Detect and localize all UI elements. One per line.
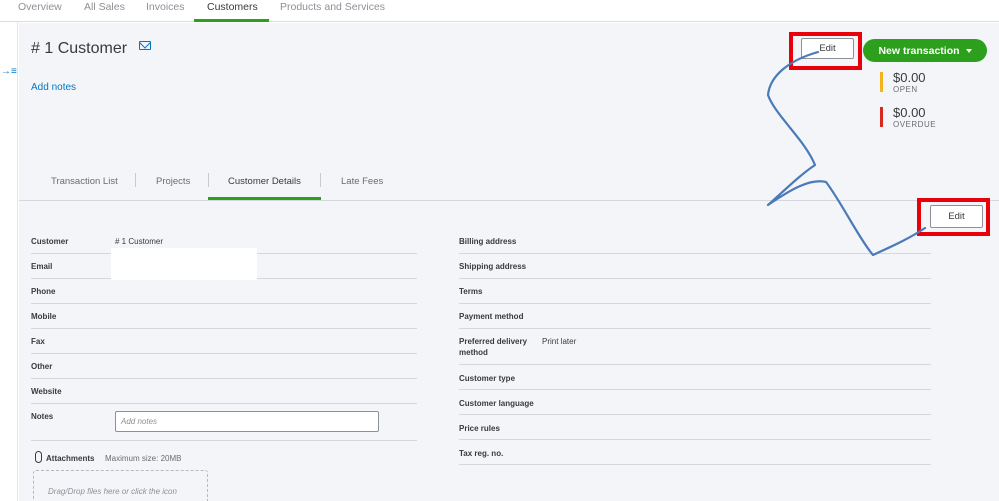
dropzone-text: Drag/Drop files here or click the icon bbox=[48, 487, 177, 496]
tab-projects[interactable]: Projects bbox=[156, 176, 190, 187]
detail-label: Website bbox=[31, 387, 62, 396]
open-color-bar bbox=[880, 72, 883, 92]
tab-customers[interactable]: Customers bbox=[207, 1, 258, 13]
detail-label: Customer language bbox=[459, 399, 534, 408]
detail-label: Mobile bbox=[31, 312, 57, 321]
detail-label: Notes bbox=[31, 412, 54, 421]
edit-details-button[interactable]: Edit bbox=[930, 205, 983, 228]
detail-label-line2: method bbox=[459, 348, 488, 357]
detail-label: Price rules bbox=[459, 424, 500, 433]
tab-divider bbox=[320, 173, 321, 187]
open-amount: $0.00 bbox=[893, 70, 926, 85]
detail-row-payment-method: Payment method bbox=[459, 304, 931, 329]
detail-label: Other bbox=[31, 362, 53, 371]
detail-row-customer-language: Customer language bbox=[459, 390, 931, 415]
detail-row-price-rules: Price rules bbox=[459, 415, 931, 440]
detail-label: Customer bbox=[31, 237, 69, 246]
expand-panel-icon[interactable]: →≡ bbox=[1, 66, 17, 77]
tab-overview[interactable]: Overview bbox=[18, 1, 62, 13]
detail-label: Tax reg. no. bbox=[459, 449, 504, 458]
detail-row-billing-address: Billing address bbox=[459, 229, 931, 254]
tab-products-and-services[interactable]: Products and Services bbox=[280, 1, 385, 13]
overdue-color-bar bbox=[880, 107, 883, 127]
active-tab-indicator bbox=[194, 19, 269, 22]
new-transaction-label: New transaction bbox=[878, 44, 960, 57]
top-nav: Overview All Sales Invoices Customers Pr… bbox=[0, 0, 999, 22]
tab-all-sales[interactable]: All Sales bbox=[84, 1, 125, 13]
detail-value: Print later bbox=[542, 337, 577, 346]
detail-label: Customer type bbox=[459, 374, 516, 383]
mail-icon[interactable] bbox=[139, 41, 151, 50]
customer-page: # 1 Customer Add notes Edit New transact… bbox=[19, 23, 999, 501]
detail-value: # 1 Customer bbox=[115, 237, 164, 246]
overdue-amount: $0.00 bbox=[893, 105, 926, 120]
detail-label: Phone bbox=[31, 287, 56, 296]
detail-row-phone: Phone bbox=[31, 279, 417, 304]
attachment-dropzone[interactable]: Drag/Drop files here or click the icon bbox=[33, 470, 208, 501]
detail-row-customer-type: Customer type bbox=[459, 365, 931, 390]
page-title: # 1 Customer bbox=[31, 40, 128, 57]
detail-label: Preferred delivery bbox=[459, 337, 528, 346]
tab-divider bbox=[135, 173, 136, 187]
detail-row-fax: Fax bbox=[31, 329, 417, 354]
tab-transaction-list[interactable]: Transaction List bbox=[51, 176, 118, 187]
detail-row-tax-reg-no: Tax reg. no. bbox=[459, 440, 931, 465]
paperclip-icon[interactable] bbox=[35, 451, 42, 463]
new-transaction-button[interactable]: New transaction bbox=[863, 39, 987, 62]
detail-row-terms: Terms bbox=[459, 279, 931, 304]
tab-customer-details[interactable]: Customer Details bbox=[228, 176, 301, 187]
tab-divider bbox=[208, 173, 209, 187]
attachments-max-size: Maximum size: 20MB bbox=[105, 454, 182, 463]
detail-label: Email bbox=[31, 262, 53, 271]
redacted-email bbox=[111, 248, 257, 280]
tabs-baseline bbox=[19, 200, 999, 201]
add-notes-link[interactable]: Add notes bbox=[31, 82, 76, 93]
detail-row-preferred-delivery: Preferred delivery method Print later bbox=[459, 329, 931, 365]
chevron-down-icon bbox=[965, 48, 972, 53]
edit-customer-button[interactable]: Edit bbox=[801, 38, 854, 59]
notes-input[interactable]: Add notes bbox=[115, 411, 379, 432]
detail-label: Payment method bbox=[459, 312, 524, 321]
tab-late-fees[interactable]: Late Fees bbox=[341, 176, 383, 187]
open-label: OPEN bbox=[893, 85, 918, 94]
detail-row-other: Other bbox=[31, 354, 417, 379]
overdue-label: OVERDUE bbox=[893, 120, 937, 129]
detail-row-website: Website bbox=[31, 379, 417, 404]
detail-label: Terms bbox=[459, 287, 483, 296]
attachments-label: Attachments bbox=[46, 454, 95, 463]
detail-row-mobile: Mobile bbox=[31, 304, 417, 329]
detail-label: Fax bbox=[31, 337, 45, 346]
detail-label: Shipping address bbox=[459, 262, 527, 271]
detail-label: Billing address bbox=[459, 237, 517, 246]
active-tab-underline bbox=[208, 197, 321, 200]
left-collapse-strip: →≡ bbox=[0, 22, 18, 501]
detail-row-shipping-address: Shipping address bbox=[459, 254, 931, 279]
tab-invoices[interactable]: Invoices bbox=[146, 1, 185, 13]
